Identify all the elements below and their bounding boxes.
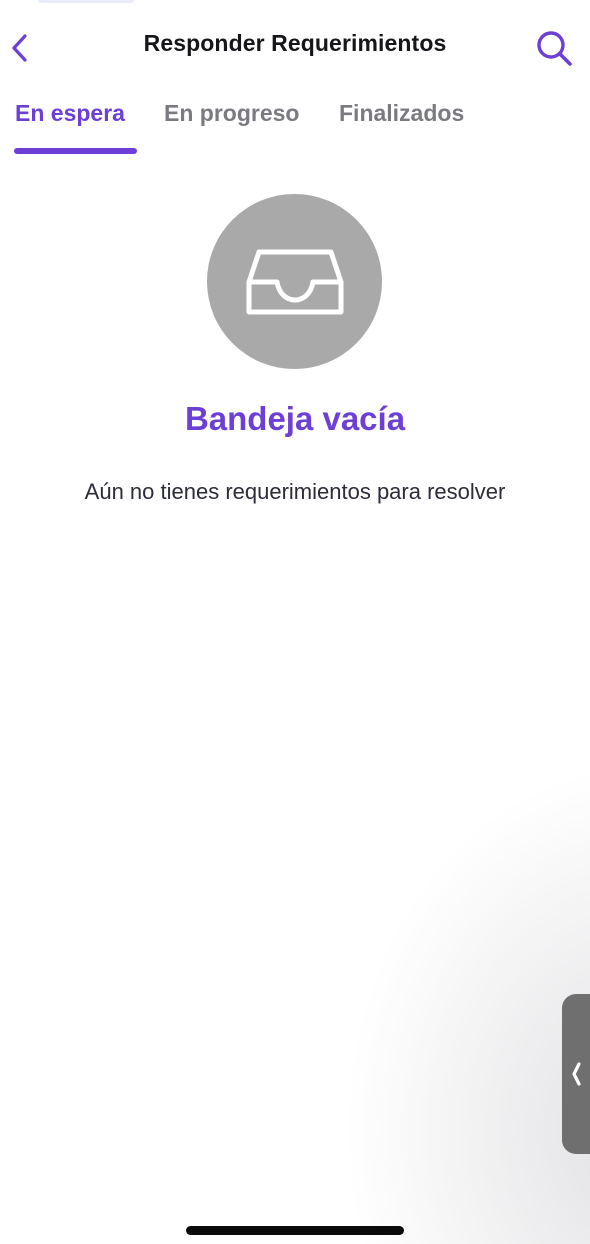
inbox-tray-icon: [246, 249, 343, 314]
chevron-left-icon: [572, 1062, 581, 1086]
side-drawer-handle[interactable]: [562, 994, 590, 1154]
home-indicator[interactable]: [186, 1226, 404, 1235]
top-app-bar: Responder Requerimientos: [0, 0, 590, 96]
active-tab-indicator: [14, 148, 137, 154]
empty-state-title: Bandeja vacía: [184, 400, 406, 437]
empty-state-description: Aún no tienes requerimientos para resolv…: [84, 479, 506, 504]
status-tabs: En espera En progreso Finalizados: [0, 96, 590, 160]
search-button[interactable]: [530, 26, 578, 70]
tab-finalizados[interactable]: Finalizados: [339, 100, 464, 127]
empty-state-illustration: [207, 194, 382, 369]
background-shade: [0, 0, 590, 1244]
tab-en-espera[interactable]: En espera: [15, 100, 125, 127]
tab-en-progreso[interactable]: En progreso: [164, 100, 299, 127]
page-title: Responder Requerimientos: [143, 30, 447, 56]
search-icon: [537, 31, 572, 66]
